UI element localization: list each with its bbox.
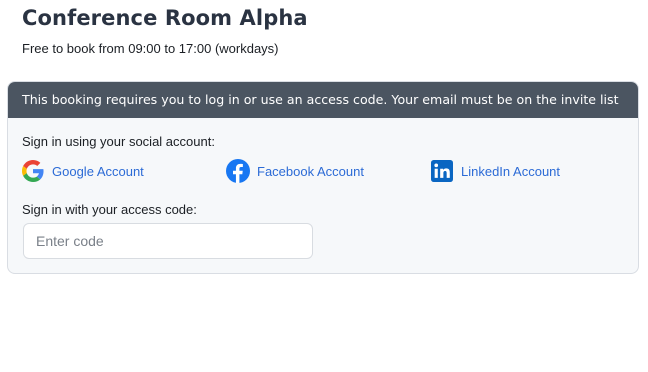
google-account-label: Google Account	[52, 163, 144, 179]
access-code-input[interactable]	[23, 223, 313, 259]
linkedin-account-label: LinkedIn Account	[461, 163, 561, 179]
facebook-account-link[interactable]: Facebook Account	[226, 158, 364, 184]
facebook-icon	[226, 159, 250, 183]
linkedin-icon	[430, 159, 454, 183]
facebook-account-label: Facebook Account	[257, 163, 364, 179]
linkedin-account-link[interactable]: LinkedIn Account	[430, 158, 560, 184]
social-accounts-row: Google Account Facebook Account LinkedIn…	[21, 158, 621, 184]
page-title: Conference Room Alpha	[22, 6, 308, 30]
login-notice-banner: This booking requires you to log in or u…	[8, 82, 638, 118]
google-account-link[interactable]: Google Account	[21, 158, 144, 184]
access-code-label: Sign in with your access code:	[22, 202, 197, 217]
social-signin-label: Sign in using your social account:	[22, 134, 215, 149]
booking-page: Conference Room Alpha Free to book from …	[0, 0, 648, 372]
login-card: This booking requires you to log in or u…	[7, 81, 639, 274]
google-icon	[21, 159, 45, 183]
availability-text: Free to book from 09:00 to 17:00 (workda…	[22, 41, 279, 56]
